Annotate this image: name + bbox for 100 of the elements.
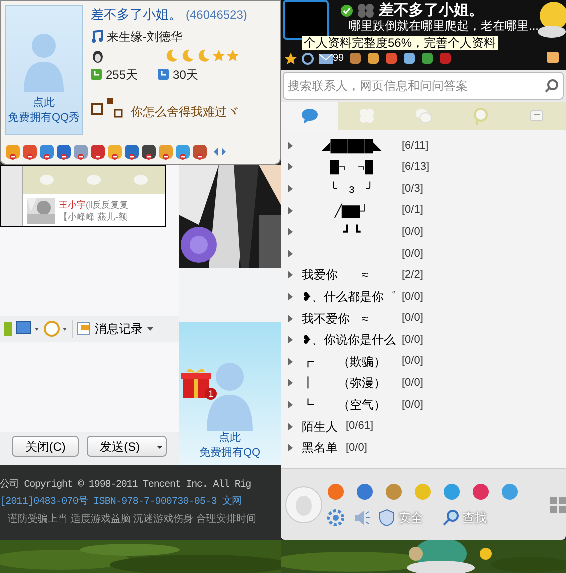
song-title: 来生缘-刘德华 xyxy=(107,28,183,46)
triangle-icon xyxy=(288,163,293,172)
contact-group[interactable]: [0/0] xyxy=(281,242,566,265)
contact-group[interactable]: ┗ （空气） [0/0] xyxy=(281,394,566,416)
signature-text[interactable]: 哪里跌倒就在哪里爬起，老在哪里... xyxy=(341,19,540,33)
grid-icon[interactable] xyxy=(550,496,566,512)
triangle-icon xyxy=(288,400,293,409)
app-icon[interactable] xyxy=(175,144,191,160)
contact-group[interactable]: ┛ ┗ [0/0] xyxy=(281,221,566,243)
qq-show-text: 免费拥有QQ秀 xyxy=(8,111,80,126)
app-icon[interactable] xyxy=(5,144,21,160)
contact-group[interactable]: ╰ з ╯ [0/3] xyxy=(281,178,566,200)
star-icon[interactable] xyxy=(285,52,297,64)
mail-count: 99 xyxy=(333,52,344,66)
contact-group[interactable]: ❥、什么都是你゜ [0/0] xyxy=(281,286,566,308)
app-icon[interactable] xyxy=(349,52,362,65)
qq-show-panel[interactable]: 点此 免费拥有QQ 1 xyxy=(179,322,281,465)
group-name: ❥、什么都是你゜ xyxy=(302,288,397,306)
group-count: [0/0] xyxy=(402,398,424,413)
app-icon[interactable] xyxy=(22,144,38,160)
triangle-icon xyxy=(288,379,293,388)
tab[interactable] xyxy=(281,102,338,130)
triangle-icon xyxy=(288,422,293,431)
contact-group[interactable]: 我不爱你 ≈ [0/0] xyxy=(281,308,566,330)
square-symbols-icon xyxy=(91,96,123,118)
app-icon[interactable] xyxy=(367,52,380,65)
person-silhouette-icon xyxy=(205,361,255,431)
contact-group[interactable]: ┃ （弥漫） [0/0] xyxy=(281,372,566,394)
group-name: 我爱你 ≈ xyxy=(302,267,370,284)
group-count: [6/11] xyxy=(402,138,429,154)
triangle-icon xyxy=(288,314,293,323)
group-count: [0/1] xyxy=(402,203,424,218)
triangle-icon xyxy=(288,292,293,301)
contact-group[interactable]: 陌生人 [0/61] xyxy=(281,416,566,438)
day-count: 255天 xyxy=(106,66,138,84)
group-count: [0/0] xyxy=(402,290,424,305)
app-icon[interactable] xyxy=(56,144,72,160)
left-right-arrows-icon[interactable] xyxy=(213,147,227,157)
app-icon[interactable] xyxy=(403,52,416,65)
app-icon[interactable] xyxy=(124,144,140,160)
group-name: 黑名单 xyxy=(302,440,338,458)
contact-group[interactable]: ┏ （欺骗） [0/0] xyxy=(281,350,566,373)
day-count: 30天 xyxy=(173,66,198,84)
health-notice: 谨防受骗上当 适度游戏益脑 沉迷游戏伤身 合理安排时间 xyxy=(7,512,258,527)
clover-icon xyxy=(357,2,375,18)
group-count: [0/61] xyxy=(346,419,374,434)
settings-icon[interactable] xyxy=(327,508,345,526)
contact-group[interactable]: ❥、你说你是什么 [0/0] xyxy=(281,329,566,351)
qq-show-text: 点此 xyxy=(219,431,241,446)
contact-group[interactable]: ╱▇▇┘ [0/1] xyxy=(281,200,566,222)
qq-show-panel[interactable]: 点此 免费拥有QQ秀 xyxy=(5,5,83,135)
app-icon[interactable] xyxy=(421,52,434,65)
app-icon[interactable] xyxy=(385,52,398,65)
copyright-text: 公司 Copyright © 1998-2011 Tencent Inc. All Rig xyxy=(0,478,252,493)
notification-badge: 1 xyxy=(205,388,217,400)
contact-status: (‖反反复复 xyxy=(86,199,129,211)
triangle-icon xyxy=(288,184,293,193)
app-icon[interactable] xyxy=(39,144,55,160)
app-icon[interactable] xyxy=(546,51,560,64)
pin-icon xyxy=(472,108,490,124)
moon-icon xyxy=(181,48,195,62)
nickname: 差不多了小姐。 xyxy=(379,2,484,19)
group-name: ❥、你说你是什么 xyxy=(302,332,397,350)
triangle-icon xyxy=(288,206,293,215)
contact-group[interactable]: 黑名单 [0/0] xyxy=(281,437,566,459)
triangle-icon xyxy=(288,358,293,366)
contact-group[interactable]: █¬ ¬█ [6/13] xyxy=(281,156,566,178)
group-count: [2/2] xyxy=(402,268,424,284)
app-icon[interactable] xyxy=(107,144,123,160)
group-count: [6/13] xyxy=(402,160,430,176)
search-icon[interactable] xyxy=(545,79,559,93)
send-button[interactable]: 发送(S) xyxy=(87,436,167,457)
clock-icon xyxy=(158,69,170,80)
mail-icon[interactable] xyxy=(319,54,333,64)
nickname: 差不多了小姐。 xyxy=(91,6,182,24)
screen-capture-icon[interactable] xyxy=(16,321,40,337)
signature-text: 你怎么舍得我难过ヾ xyxy=(131,104,239,120)
close-button[interactable]: 关闭(C) xyxy=(12,436,80,457)
group-name: █¬ ¬█ xyxy=(329,159,375,176)
music-note-icon xyxy=(91,30,103,43)
security-button[interactable]: 安全 xyxy=(379,508,423,526)
chat-note-icon xyxy=(77,322,91,336)
group-name: ╱▇▇┘ xyxy=(334,202,370,220)
app-icon[interactable] xyxy=(90,144,106,160)
chat-bubbles-icon xyxy=(414,108,432,124)
app-icon[interactable] xyxy=(141,144,157,160)
speaker-icon[interactable] xyxy=(353,508,371,526)
group-count: [0/0] xyxy=(402,224,424,240)
check-circle-icon[interactable] xyxy=(341,4,353,16)
app-icon[interactable] xyxy=(73,144,89,160)
find-button[interactable]: 查找 xyxy=(443,508,487,526)
triangle-icon xyxy=(288,336,293,344)
app-icon[interactable] xyxy=(192,144,208,160)
star-icon xyxy=(227,50,239,62)
contact-group[interactable]: 我爱你 ≈ [2/2] xyxy=(281,264,566,286)
search-field[interactable]: 搜索联系人，网页信息和问问答案 xyxy=(283,72,564,100)
triangle-icon xyxy=(288,250,293,258)
app-icon[interactable] xyxy=(158,144,174,160)
clover-icon xyxy=(358,108,376,124)
contact-group[interactable]: ◢█████◣ [6/11] xyxy=(281,135,566,157)
